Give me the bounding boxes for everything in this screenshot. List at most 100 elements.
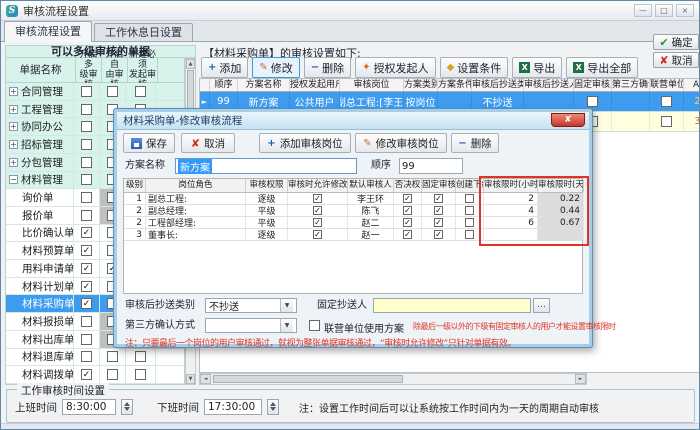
browse-icon[interactable]: … (533, 298, 550, 313)
column-header[interactable]: 岗位角色 (146, 179, 246, 192)
maximize-icon[interactable]: □ (655, 4, 673, 17)
checkbox[interactable] (661, 116, 672, 127)
toolbar-button-excel[interactable]: X导出全部 (566, 57, 638, 78)
checkbox[interactable] (135, 86, 146, 97)
checkbox[interactable] (107, 351, 118, 362)
ok-button[interactable]: ✔ 确定 (653, 34, 699, 50)
checkbox[interactable]: ✓ (434, 194, 443, 203)
checkbox[interactable]: ✓ (313, 194, 322, 203)
add-audit-post-button[interactable]: + 添加审核岗位 (259, 133, 351, 153)
column-header[interactable]: 顺序 (210, 79, 238, 91)
column-header[interactable]: 审核限时(天) (538, 179, 584, 192)
checkbox[interactable] (81, 86, 92, 97)
tab-audit-flow[interactable]: 审核流程设置 (4, 21, 92, 42)
checkbox[interactable]: ✓ (81, 227, 92, 238)
checkbox[interactable] (81, 334, 92, 345)
toolbar-button-edit[interactable]: ✎修改 (252, 57, 299, 78)
checkbox[interactable]: ✓ (313, 206, 322, 215)
tree-row[interactable]: 材料调拨单✓ (6, 366, 184, 384)
minimize-icon[interactable]: — (634, 4, 652, 17)
checkbox[interactable] (465, 194, 474, 203)
checkbox[interactable]: ✓ (81, 298, 92, 309)
checkbox[interactable]: ✓ (81, 245, 92, 256)
column-header[interactable]: Auto (684, 79, 700, 91)
end-time-input[interactable]: 17:30:00 (204, 399, 262, 415)
checkbox[interactable] (587, 96, 598, 107)
checkbox[interactable] (465, 206, 474, 215)
scroll-right-icon[interactable]: ► (575, 374, 586, 384)
joint-unit-checkbox[interactable] (309, 320, 320, 331)
order-input[interactable]: 99 (399, 158, 463, 174)
scroll-up-icon[interactable]: ▲ (186, 59, 195, 69)
checkbox[interactable] (661, 96, 672, 107)
checkbox[interactable] (135, 351, 146, 362)
toolbar-button-key[interactable]: ✦授权发起人 (355, 57, 435, 78)
cancel-button[interactable]: ✘ 取消 (653, 52, 699, 68)
column-header[interactable]: 第三方确认 (612, 79, 650, 91)
column-header[interactable]: 授权发起用户 (290, 79, 340, 91)
tree-expand-icon[interactable]: + (9, 158, 18, 167)
column-header[interactable]: 审核后抄送人 (524, 79, 574, 91)
column-header[interactable]: 方案条件 (438, 79, 472, 91)
dialog-close-icon[interactable]: ✘ (551, 113, 585, 127)
third-party-select[interactable]: ▼ (205, 318, 297, 333)
checkbox[interactable] (81, 210, 92, 221)
checkbox[interactable] (81, 121, 92, 132)
dialog-cancel-button[interactable]: ✘ 取消 (181, 133, 235, 153)
checkbox[interactable] (81, 104, 92, 115)
toolbar-button-excel[interactable]: X导出 (512, 57, 562, 78)
checkbox[interactable] (107, 86, 118, 97)
grid-row[interactable]: 1副总工程:逐级✓李王环✓✓20.22 (124, 193, 582, 205)
column-header[interactable]: 审核岗位 (340, 79, 404, 91)
toolbar-button-filter[interactable]: ◆设置条件 (440, 57, 509, 78)
checkbox[interactable] (135, 369, 146, 380)
column-header[interactable]: 默认审核人 (348, 179, 394, 192)
delete-audit-post-button[interactable]: − 删除 (451, 133, 499, 153)
checkbox[interactable]: ✓ (313, 230, 322, 239)
checkbox[interactable] (81, 316, 92, 327)
column-header[interactable]: 方案类别 (404, 79, 438, 91)
copy-type-select[interactable]: 不抄送 ▼ (205, 298, 297, 313)
start-time-spinner[interactable] (121, 399, 133, 415)
checkbox[interactable]: ✓ (81, 263, 92, 274)
column-header[interactable]: 审核限时(小时) (484, 179, 538, 192)
column-header[interactable]: 审核权限 (246, 179, 288, 192)
column-header[interactable]: 固定审核人 (422, 179, 456, 192)
checkbox[interactable] (107, 369, 118, 380)
checkbox[interactable]: ✓ (403, 206, 412, 215)
column-header[interactable]: 否决权 (394, 179, 422, 192)
scroll-down-icon[interactable]: ▼ (186, 374, 195, 384)
toolbar-button-minus[interactable]: −删除 (304, 57, 351, 78)
checkbox[interactable]: ✓ (313, 218, 322, 227)
grid-row[interactable]: 2工程部经理:平级✓赵二✓✓60.67 (124, 217, 582, 229)
tree-expand-icon[interactable]: − (9, 175, 18, 184)
save-button[interactable]: 保存 (123, 133, 175, 153)
checkbox[interactable]: ✓ (81, 369, 92, 380)
scheme-name-input[interactable]: 新方案 (175, 158, 357, 174)
toolbar-button-plus[interactable]: +添加 (201, 57, 248, 78)
tab-rest-days[interactable]: 工作休息日设置 (94, 23, 193, 41)
column-header[interactable]: 审核时允许修改 (288, 179, 348, 192)
checkbox[interactable]: ✓ (403, 218, 412, 227)
scrollbar-thumb[interactable] (213, 375, 403, 383)
checkbox[interactable] (81, 351, 92, 362)
dialog-title-bar[interactable]: 材料采购单-修改审核流程 (117, 112, 589, 130)
scroll-left-icon[interactable]: ◄ (200, 374, 211, 384)
column-header[interactable]: 创建下级 (456, 179, 484, 192)
grid-row[interactable]: 3董事长:逐级✓赵一✓✓ (124, 229, 582, 241)
checkbox[interactable]: ✓ (403, 230, 412, 239)
column-header[interactable]: 方案名称 (238, 79, 290, 91)
column-header[interactable]: 联营单位方案 (650, 79, 684, 91)
column-header[interactable]: 级别 (124, 179, 146, 192)
checkbox[interactable]: ✓ (434, 206, 443, 215)
close-icon[interactable]: × (676, 4, 694, 17)
right-table-horizontal-scrollbar[interactable]: ◄ ► (199, 373, 587, 385)
tree-expand-icon[interactable]: + (9, 105, 18, 114)
tree-row[interactable]: +合同管理 (6, 83, 184, 101)
checkbox[interactable] (81, 192, 92, 203)
end-time-spinner[interactable] (267, 399, 279, 415)
checkbox[interactable]: ✓ (403, 194, 412, 203)
checkbox[interactable] (81, 157, 92, 168)
copy-person-input[interactable] (373, 298, 531, 313)
checkbox[interactable]: ✓ (434, 230, 443, 239)
